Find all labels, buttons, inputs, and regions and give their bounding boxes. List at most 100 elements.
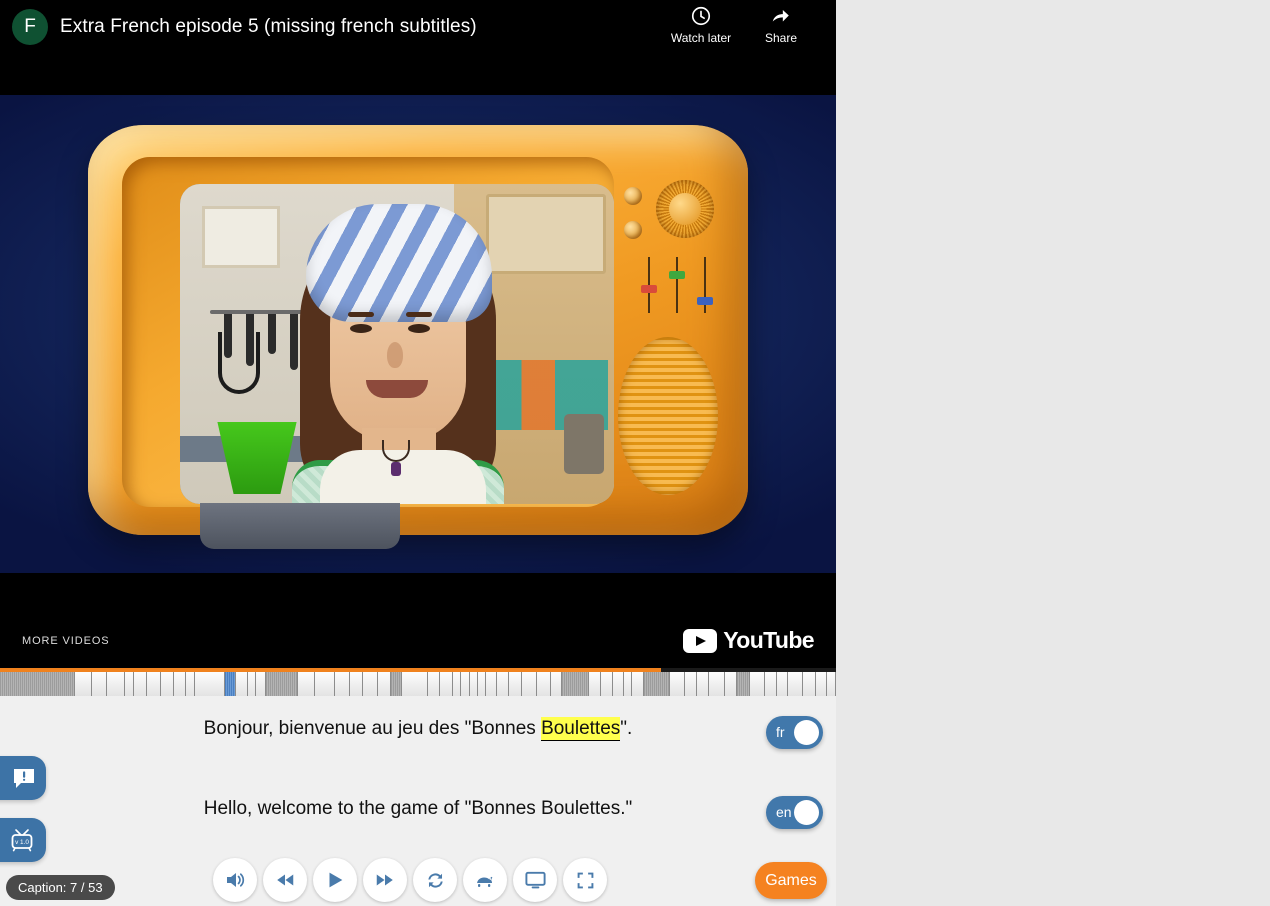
slow-speed-button[interactable] (463, 858, 507, 902)
tv-prop (88, 125, 748, 535)
timeline-cell[interactable] (750, 672, 765, 696)
timeline-cell[interactable] (363, 672, 378, 696)
timeline-cell[interactable] (725, 672, 737, 696)
timeline-cell[interactable] (378, 672, 391, 696)
turtle-slow-icon (473, 868, 497, 892)
sidebar-pane: ? Help Transcript Bookmark 0 Comments (836, 0, 1270, 906)
rewind-button[interactable] (263, 858, 307, 902)
tv-version-button[interactable]: v 1.0 (0, 818, 46, 862)
timeline-cell[interactable] (107, 672, 125, 696)
timeline-cell[interactable] (236, 672, 248, 696)
timeline-cell[interactable] (125, 672, 134, 696)
timeline-cell[interactable] (161, 672, 174, 696)
share-arrow-icon (741, 5, 821, 27)
fullscreen-button[interactable] (563, 858, 607, 902)
loop-icon (424, 869, 447, 892)
caption-french-pre: Bonjour, bienvenue au jeu des "Bonnes (204, 718, 541, 739)
play-button[interactable] (313, 858, 357, 902)
timeline-cell[interactable] (147, 672, 161, 696)
timeline-cell[interactable] (613, 672, 623, 696)
timeline-cells[interactable] (0, 672, 836, 696)
timeline-cell[interactable] (601, 672, 614, 696)
fast-forward-button[interactable] (363, 858, 407, 902)
caption-english[interactable]: Hello, welcome to the game of "Bonnes Bo… (0, 798, 836, 820)
timeline-cell[interactable] (816, 672, 827, 696)
caption-highlight-word[interactable]: Boulettes (541, 717, 620, 741)
timeline-cell[interactable] (777, 672, 788, 696)
timeline-cell[interactable] (486, 672, 497, 696)
watch-later-label: Watch later (661, 31, 741, 45)
timeline-cell[interactable] (644, 672, 670, 696)
video-title[interactable]: Extra French episode 5 (missing french s… (60, 14, 477, 40)
timeline-cell[interactable] (315, 672, 334, 696)
timeline-cell[interactable] (266, 672, 297, 696)
timeline-cell[interactable] (685, 672, 698, 696)
watch-later-button[interactable]: Watch later (661, 5, 741, 45)
timeline-cell[interactable] (562, 672, 590, 696)
timeline-cell[interactable] (632, 672, 644, 696)
timeline-cell[interactable] (335, 672, 351, 696)
timeline-cell[interactable] (509, 672, 522, 696)
timeline-cell[interactable] (298, 672, 316, 696)
screen-icon (524, 869, 547, 892)
timeline-cell[interactable] (470, 672, 477, 696)
timeline-cell[interactable] (440, 672, 453, 696)
caption-timeline[interactable] (0, 668, 836, 700)
timeline-cell[interactable] (391, 672, 402, 696)
timeline-cell[interactable] (827, 672, 836, 696)
timeline-cell[interactable] (402, 672, 428, 696)
timeline-cell[interactable] (174, 672, 186, 696)
yabla-player-page: F Extra French episode 5 (missing french… (0, 0, 1270, 906)
youtube-logo[interactable]: YouTube (683, 627, 814, 654)
more-videos-label[interactable]: MORE VIDEOS (22, 635, 110, 647)
timeline-cell[interactable] (670, 672, 685, 696)
timeline-cell[interactable] (788, 672, 803, 696)
timeline-cell[interactable] (75, 672, 92, 696)
caption-french[interactable]: Bonjour, bienvenue au jeu des "Bonnes Bo… (0, 718, 836, 740)
timeline-cell[interactable] (522, 672, 537, 696)
timeline-cell[interactable] (453, 672, 461, 696)
timeline-cell[interactable] (737, 672, 750, 696)
timeline-cell[interactable] (134, 672, 147, 696)
games-button[interactable]: Games (755, 862, 827, 899)
screen-size-button[interactable] (513, 858, 557, 902)
toggle-knob (794, 720, 819, 745)
timeline-cell[interactable] (551, 672, 562, 696)
channel-avatar: F (12, 9, 48, 45)
rewind-icon (274, 869, 296, 891)
timeline-cell[interactable] (256, 672, 266, 696)
timeline-cell[interactable] (765, 672, 777, 696)
timeline-cell[interactable] (350, 672, 363, 696)
timeline-cell[interactable] (697, 672, 709, 696)
timeline-cell[interactable] (624, 672, 632, 696)
timeline-cell[interactable] (428, 672, 440, 696)
loop-button[interactable] (413, 858, 457, 902)
share-label: Share (741, 31, 821, 45)
video-pane: F Extra French episode 5 (missing french… (0, 0, 836, 906)
toggle-knob (794, 800, 819, 825)
timeline-cell[interactable] (186, 672, 195, 696)
toggle-english-captions[interactable]: en (766, 796, 823, 829)
timeline-cell[interactable] (0, 672, 75, 696)
toggle-french-captions[interactable]: fr (766, 716, 823, 749)
fast-forward-icon (374, 869, 396, 891)
timeline-cell[interactable] (225, 672, 236, 696)
youtube-footer: MORE VIDEOS YouTube (0, 573, 836, 668)
timeline-cell[interactable] (497, 672, 509, 696)
tv-stand (200, 503, 400, 549)
timeline-cell[interactable] (537, 672, 551, 696)
report-flag-button[interactable] (0, 756, 46, 800)
timeline-cell[interactable] (478, 672, 486, 696)
video-frame[interactable] (0, 95, 836, 573)
volume-button[interactable] (213, 858, 257, 902)
share-button[interactable]: Share (741, 5, 821, 45)
toggle-french-label: fr (776, 724, 785, 740)
timeline-cell[interactable] (461, 672, 470, 696)
timeline-cell[interactable] (803, 672, 816, 696)
timeline-cell[interactable] (709, 672, 725, 696)
clock-icon (661, 5, 741, 27)
timeline-cell[interactable] (589, 672, 600, 696)
timeline-cell[interactable] (195, 672, 224, 696)
timeline-cell[interactable] (92, 672, 107, 696)
timeline-cell[interactable] (248, 672, 256, 696)
